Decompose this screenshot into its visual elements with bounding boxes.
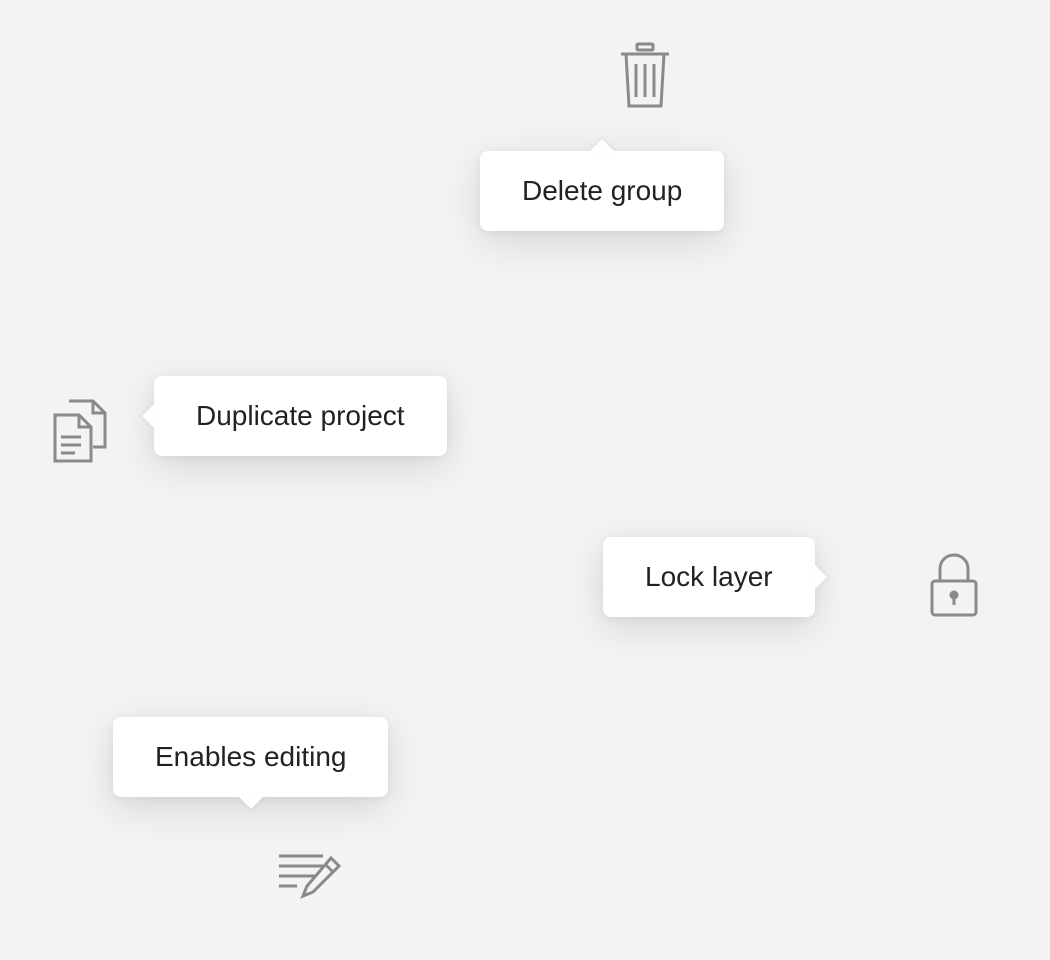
tooltip-label: Delete group	[522, 175, 682, 206]
lock-icon[interactable]	[926, 551, 982, 619]
edit-icon[interactable]	[275, 850, 343, 910]
tooltip-duplicate-project: Duplicate project	[154, 376, 447, 456]
tooltip-enables-editing: Enables editing	[113, 717, 388, 797]
duplicate-icon[interactable]	[51, 397, 111, 467]
tooltip-label: Duplicate project	[196, 400, 405, 431]
trash-icon[interactable]	[617, 42, 673, 110]
tooltip-label: Enables editing	[155, 741, 346, 772]
tooltip-lock-layer: Lock layer	[603, 537, 815, 617]
tooltip-delete-group: Delete group	[480, 151, 724, 231]
tooltip-label: Lock layer	[645, 561, 773, 592]
